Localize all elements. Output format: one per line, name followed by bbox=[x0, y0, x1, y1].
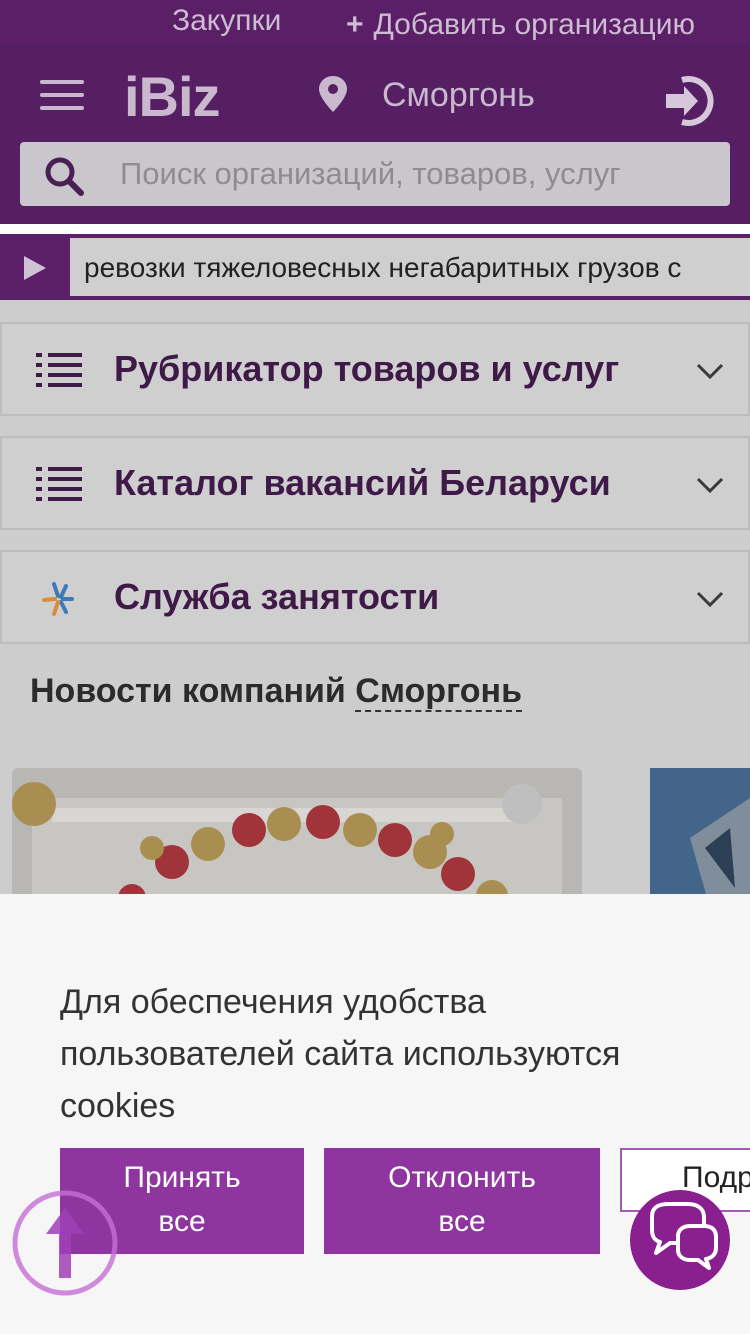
news-ticker: ревозки тяжеловесных негабаритных грузов… bbox=[0, 234, 750, 300]
news-card-image-partial[interactable] bbox=[650, 768, 750, 908]
city-selector[interactable]: Сморгонь bbox=[382, 76, 535, 115]
accordion-employment[interactable]: Служба занятости bbox=[0, 550, 750, 644]
site-logo[interactable]: iBiz bbox=[124, 64, 221, 129]
search-bar[interactable]: Поиск организаций, товаров, услуг bbox=[20, 142, 730, 206]
accordion-rubricator[interactable]: Рубрикатор товаров и услуг bbox=[0, 322, 750, 416]
add-organization-label: Добавить организацию bbox=[373, 8, 695, 41]
location-pin-icon[interactable] bbox=[318, 76, 348, 112]
ticker-text: ревозки тяжеловесных негабаритных грузов… bbox=[84, 252, 682, 283]
chevron-down-icon bbox=[696, 591, 724, 608]
employment-service-logo-icon bbox=[42, 582, 74, 616]
accordion-label: Рубрикатор товаров и услуг bbox=[114, 348, 620, 389]
cookie-message: Для обеспечения удобства пользователей с… bbox=[60, 983, 621, 1125]
news-section-title: Новости компаний Сморгонь bbox=[30, 672, 522, 712]
ticker-text-box[interactable]: ревозки тяжеловесных негабаритных грузов… bbox=[70, 238, 750, 296]
chat-bubbles-icon bbox=[650, 1202, 718, 1270]
chat-button[interactable] bbox=[630, 1190, 730, 1290]
plus-icon: + bbox=[346, 8, 364, 41]
news-title-prefix: Новости компаний bbox=[30, 672, 346, 710]
accordion-label: Служба занятости bbox=[114, 576, 440, 617]
zakupki-link[interactable]: Закупки bbox=[172, 4, 281, 38]
accordion-label: Каталог вакансий Беларуси bbox=[114, 462, 611, 503]
search-icon[interactable] bbox=[44, 156, 84, 196]
top-bar: Закупки + Добавить организацию bbox=[0, 0, 750, 44]
news-city-link[interactable]: Сморгонь bbox=[355, 672, 522, 712]
login-icon[interactable] bbox=[660, 74, 714, 128]
accordion-vacancies[interactable]: Каталог вакансий Беларуси bbox=[0, 436, 750, 530]
chevron-down-icon bbox=[696, 477, 724, 494]
news-card-image[interactable] bbox=[12, 768, 582, 908]
search-input[interactable]: Поиск организаций, товаров, услуг bbox=[120, 156, 621, 192]
add-organization-link[interactable]: + Добавить организацию bbox=[346, 8, 695, 42]
decline-all-button[interactable]: Отклонить все bbox=[324, 1148, 600, 1254]
chevron-down-icon bbox=[696, 363, 724, 380]
play-icon[interactable] bbox=[22, 254, 48, 282]
decline-label-line2: все bbox=[438, 1205, 486, 1238]
list-icon bbox=[36, 353, 82, 387]
list-icon bbox=[36, 467, 82, 501]
menu-icon[interactable] bbox=[40, 80, 84, 110]
scroll-to-top-icon[interactable] bbox=[12, 1190, 118, 1296]
decline-label-line1: Отклонить bbox=[388, 1161, 536, 1194]
site-header: iBiz Сморгонь Поиск организаций, товаров… bbox=[0, 44, 750, 224]
